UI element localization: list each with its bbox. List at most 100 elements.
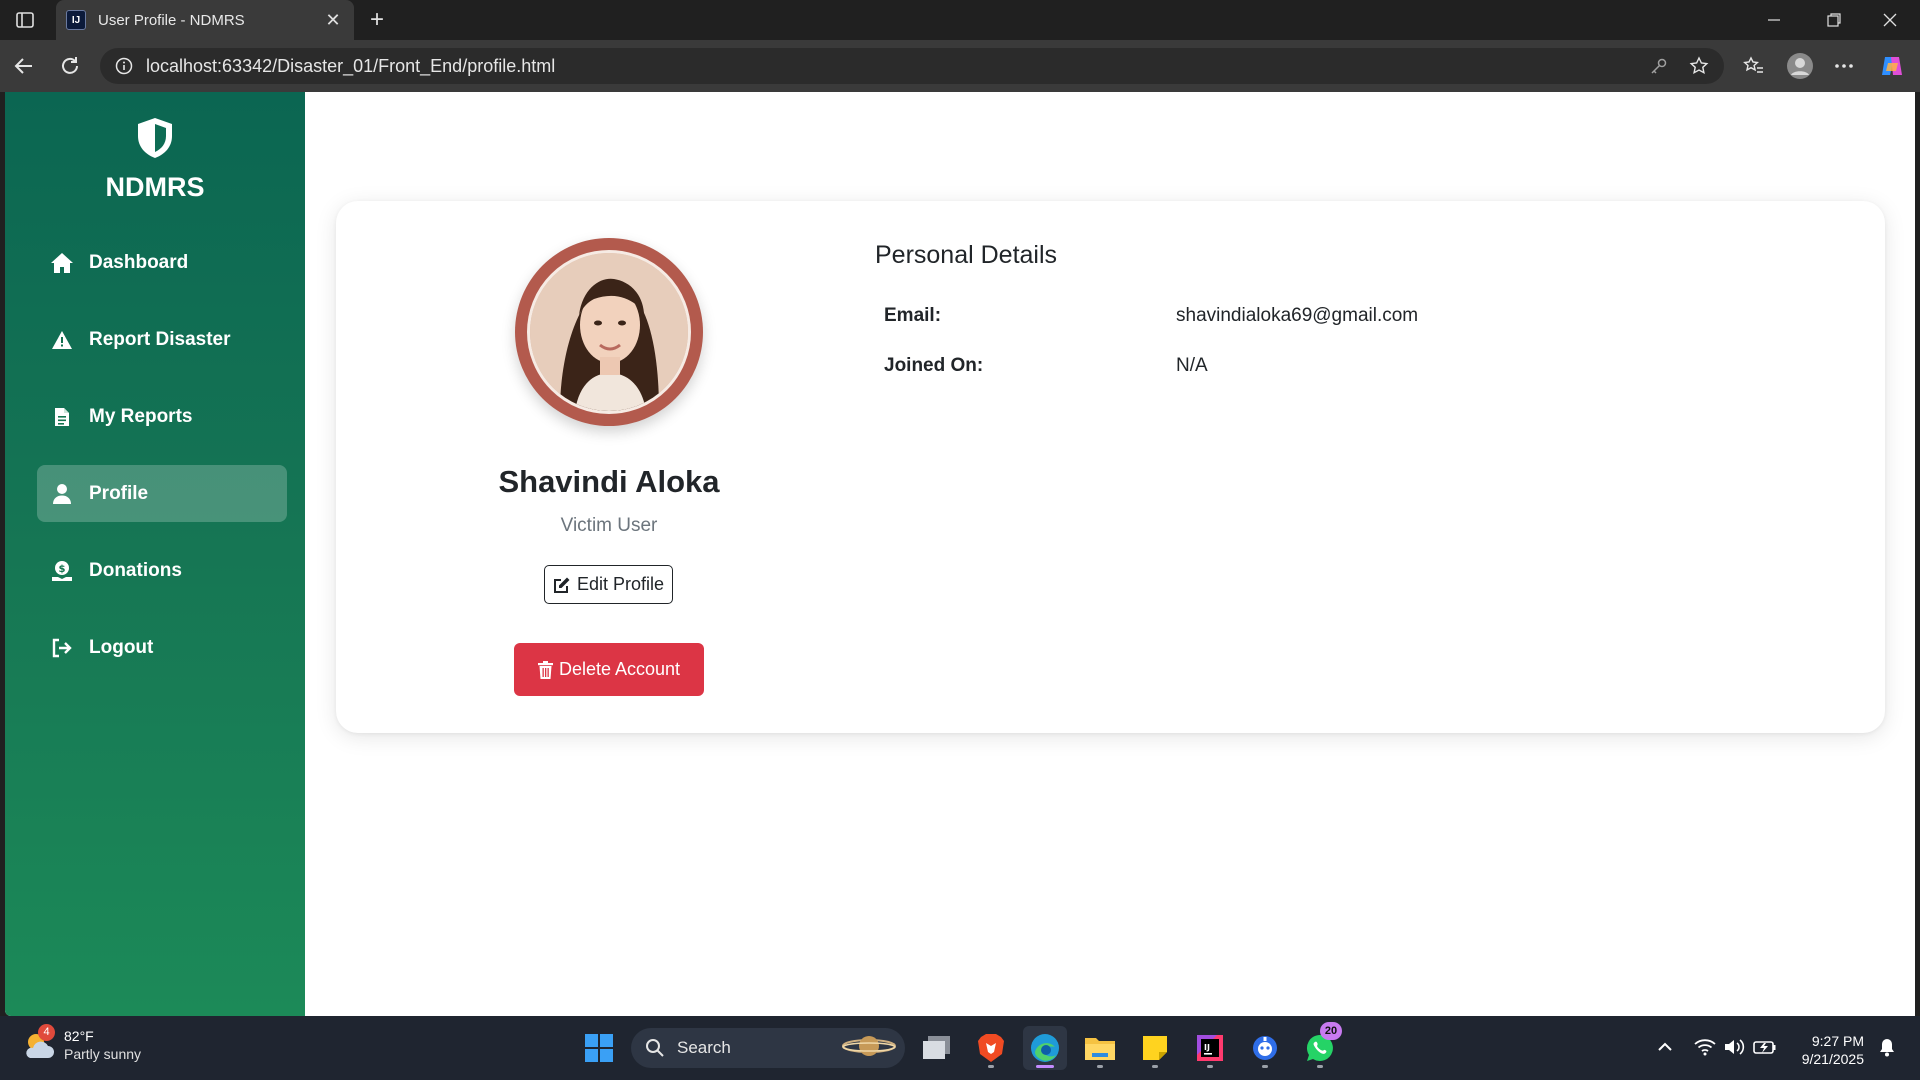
favorite-star-icon[interactable]	[1686, 53, 1712, 79]
copilot-icon	[1882, 57, 1902, 75]
edit-profile-label: Edit Profile	[576, 574, 665, 594]
tab-favicon: IJ	[66, 10, 86, 30]
taskbar-task-view[interactable]	[915, 1026, 959, 1070]
sidebar-item-dashboard[interactable]: Dashboard	[37, 234, 287, 291]
clock-date: 9/21/2025	[1801, 1051, 1864, 1067]
profile-role: Victim User	[560, 515, 658, 536]
sidebar-item-logout[interactable]: Logout	[37, 619, 287, 676]
taskbar-app-bot[interactable]	[1243, 1026, 1287, 1070]
edit-profile-button[interactable]: Edit Profile	[544, 565, 673, 604]
brand-name: NDMRS	[105, 172, 205, 202]
clock-time: 9:27 PM	[1811, 1033, 1864, 1049]
delete-account-label: Delete Account	[558, 659, 681, 679]
sidebar-item-label: Report Disaster	[89, 328, 231, 350]
svg-text:$: $	[59, 564, 66, 575]
back-arrow-icon	[14, 58, 32, 74]
taskbar-intellij[interactable]: IJ	[1188, 1026, 1232, 1070]
taskbar-sticky-notes[interactable]	[1133, 1026, 1177, 1070]
tab-actions-button[interactable]	[10, 8, 40, 32]
page-viewport: NDMRS Dashboard Report Disaster My Repor…	[5, 92, 1915, 1016]
sidebar-item-report-disaster[interactable]: Report Disaster	[37, 311, 287, 368]
taskbar-edge[interactable]	[1023, 1026, 1067, 1070]
running-indicator	[1207, 1065, 1213, 1068]
favorites-icon	[1743, 56, 1763, 73]
shield-icon	[135, 116, 175, 160]
taskbar-search[interactable]: Search	[631, 1028, 905, 1068]
donation-icon: $	[49, 558, 75, 584]
sidebar-item-label: Logout	[89, 636, 154, 658]
brave-icon	[978, 1034, 1004, 1062]
restore-button[interactable]	[1804, 0, 1864, 40]
intellij-icon: IJ	[1197, 1035, 1223, 1061]
address-bar[interactable]: localhost:63342/Disaster_01/Front_End/pr…	[100, 48, 1724, 84]
refresh-button[interactable]	[54, 50, 86, 82]
copilot-button[interactable]	[1876, 50, 1908, 82]
sidebar-item-donations[interactable]: $ Donations	[37, 542, 287, 599]
password-key-icon[interactable]	[1646, 53, 1672, 79]
sidebar-item-label: Donations	[89, 559, 182, 581]
taskbar-file-explorer[interactable]	[1078, 1026, 1122, 1070]
running-indicator	[1262, 1065, 1268, 1068]
search-label: Search	[677, 1038, 731, 1057]
bot-app-icon	[1253, 1036, 1277, 1060]
folder-icon	[1085, 1038, 1115, 1060]
taskbar-brave[interactable]	[969, 1026, 1013, 1070]
warning-icon	[49, 327, 75, 353]
windows-logo-icon	[585, 1034, 613, 1062]
new-tab-button[interactable]: +	[362, 6, 392, 34]
weather-widget[interactable]: 4 82°F Partly sunny	[22, 1024, 141, 1062]
user-icon	[49, 481, 75, 507]
email-label: Email:	[884, 305, 942, 326]
site-info-icon[interactable]	[112, 54, 136, 78]
avatar	[527, 250, 691, 414]
volume-icon	[1725, 1039, 1745, 1055]
sidebar-item-label: My Reports	[89, 405, 193, 427]
sidebar-item-label: Dashboard	[89, 251, 189, 273]
tray-chevron-button[interactable]	[1652, 1034, 1678, 1060]
settings-more-button[interactable]	[1828, 50, 1860, 82]
logout-icon	[49, 635, 75, 661]
tray-battery[interactable]	[1752, 1034, 1778, 1060]
running-indicator	[988, 1065, 994, 1068]
sidebar-item-my-reports[interactable]: My Reports	[37, 388, 287, 445]
start-button[interactable]	[577, 1026, 621, 1070]
running-indicator	[1097, 1065, 1103, 1068]
close-window-button[interactable]	[1860, 0, 1920, 40]
main-content: Shavindi Aloka Victim User Edit Profile …	[305, 92, 1915, 1016]
profile-account-button[interactable]	[1784, 50, 1816, 82]
svg-text:IJ: IJ	[1204, 1043, 1210, 1052]
joined-on-value: N/A	[1176, 355, 1208, 376]
taskbar-whatsapp[interactable]: 20	[1298, 1022, 1342, 1070]
running-indicator	[1152, 1065, 1158, 1068]
restore-icon	[1827, 13, 1841, 27]
joined-on-label: Joined On:	[884, 355, 984, 376]
avatar-ring	[515, 238, 703, 426]
edge-icon	[1031, 1034, 1059, 1062]
tab-actions-icon	[16, 12, 34, 28]
delete-account-button[interactable]: Delete Account	[514, 643, 704, 696]
edit-icon	[553, 576, 571, 594]
tab-close-icon[interactable]: ✕	[322, 10, 344, 31]
document-icon	[49, 404, 75, 430]
favorites-button[interactable]	[1738, 50, 1770, 82]
partly-sunny-icon: 4	[22, 1024, 56, 1062]
profile-card: Shavindi Aloka Victim User Edit Profile …	[336, 201, 1885, 733]
account-avatar-icon	[1787, 53, 1813, 79]
url-text[interactable]: localhost:63342/Disaster_01/Front_End/pr…	[146, 56, 1646, 77]
minimize-button[interactable]	[1744, 0, 1804, 40]
tab-title: User Profile - NDMRS	[98, 11, 245, 29]
sidebar-item-profile[interactable]: Profile	[37, 465, 287, 522]
more-dots-icon	[1835, 64, 1853, 68]
back-button[interactable]	[8, 50, 40, 82]
tray-notifications[interactable]	[1874, 1034, 1900, 1060]
browser-tab-active[interactable]: IJ User Profile - NDMRS ✕	[56, 0, 354, 40]
tray-volume[interactable]	[1722, 1034, 1748, 1060]
sticky-notes-icon	[1143, 1036, 1167, 1060]
battery-charging-icon	[1753, 1041, 1776, 1054]
close-icon	[1883, 13, 1897, 27]
weather-badge: 4	[38, 1024, 55, 1041]
taskbar-clock[interactable]: 9:27 PM 9/21/2025	[1792, 1032, 1864, 1068]
saturn-search-highlight-icon	[841, 1032, 897, 1065]
tray-wifi[interactable]	[1692, 1034, 1718, 1060]
whatsapp-badge: 20	[1320, 1022, 1342, 1040]
